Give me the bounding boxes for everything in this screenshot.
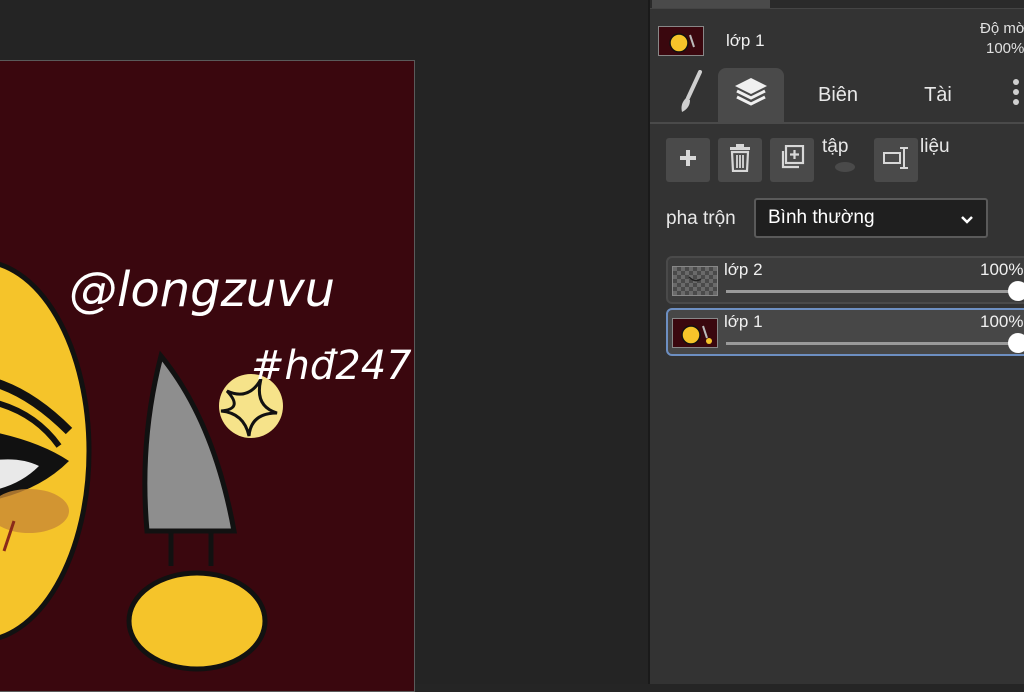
- plus-icon: [678, 148, 698, 173]
- tab-brush[interactable]: [664, 68, 718, 122]
- blend-mode-select[interactable]: Bình thường: [754, 198, 988, 238]
- layer-opacity-slider[interactable]: [726, 342, 1024, 345]
- layer-thumbnail: [672, 318, 718, 348]
- layer-name: lớp 1: [724, 312, 763, 331]
- layer-row-selected[interactable]: lớp 1 100%: [666, 308, 1024, 356]
- tab-border[interactable]: Biên: [800, 68, 876, 122]
- delete-layer-button[interactable]: [718, 138, 762, 182]
- layer-panel: lớp 1 Độ mờ 100% Biên Tài tập liệu pha t…: [648, 0, 1024, 684]
- more-vertical-icon: [1012, 77, 1020, 113]
- layer-opacity-slider-handle[interactable]: [1008, 333, 1024, 353]
- opacity-value: 100%: [986, 40, 1024, 57]
- add-layer-button[interactable]: [666, 138, 710, 182]
- blend-mode-value: Bình thường: [768, 207, 875, 228]
- current-layer-thumbnail: [658, 26, 704, 56]
- blend-mode-label: pha trộn: [666, 208, 736, 229]
- layer-opacity-slider[interactable]: [726, 290, 1024, 293]
- merge-layer-icon: [834, 160, 856, 179]
- layer-name: lớp 2: [724, 260, 763, 279]
- trash-icon: [729, 143, 751, 177]
- tab-assets[interactable]: Tài: [906, 68, 970, 122]
- emoji-face-drawing: [0, 261, 92, 641]
- current-layer-name: lớp 1: [726, 31, 765, 50]
- canvas-artwork: @longzuvu #hđ247: [0, 261, 412, 672]
- layer-opacity-value: 100%: [980, 312, 1024, 331]
- tab-layers[interactable]: [718, 68, 784, 122]
- panel-tabs: Biên Tài: [650, 68, 1024, 124]
- chevron-down-icon: [960, 210, 974, 232]
- layers-icon: [733, 75, 769, 115]
- panel-top-tab[interactable]: [652, 0, 770, 8]
- brush-icon: [676, 70, 706, 120]
- layer-row[interactable]: lớp 2 100%: [666, 256, 1024, 304]
- duplicate-layer-icon: [779, 144, 805, 176]
- artwork-signature-text: @longzuvu: [69, 262, 335, 318]
- layer-properties-label[interactable]: liệu: [920, 136, 950, 158]
- merge-layer-label[interactable]: tập: [822, 136, 848, 158]
- tab-more[interactable]: [1006, 68, 1024, 122]
- workspace-area: @longzuvu #hđ247: [0, 0, 648, 692]
- drawing-canvas[interactable]: @longzuvu #hđ247: [0, 60, 415, 692]
- layer-properties-icon: [882, 145, 910, 176]
- opacity-label: Độ mờ: [980, 20, 1024, 37]
- duplicate-layer-button[interactable]: [770, 138, 814, 182]
- artwork-hashtag-text: #hđ247: [251, 343, 412, 389]
- layer-properties-button[interactable]: [874, 138, 918, 182]
- layer-thumbnail: [672, 266, 718, 296]
- layer-opacity-slider-handle[interactable]: [1008, 281, 1024, 301]
- layer-opacity-value: 100%: [980, 260, 1024, 279]
- panel-top-strip: [650, 0, 1024, 9]
